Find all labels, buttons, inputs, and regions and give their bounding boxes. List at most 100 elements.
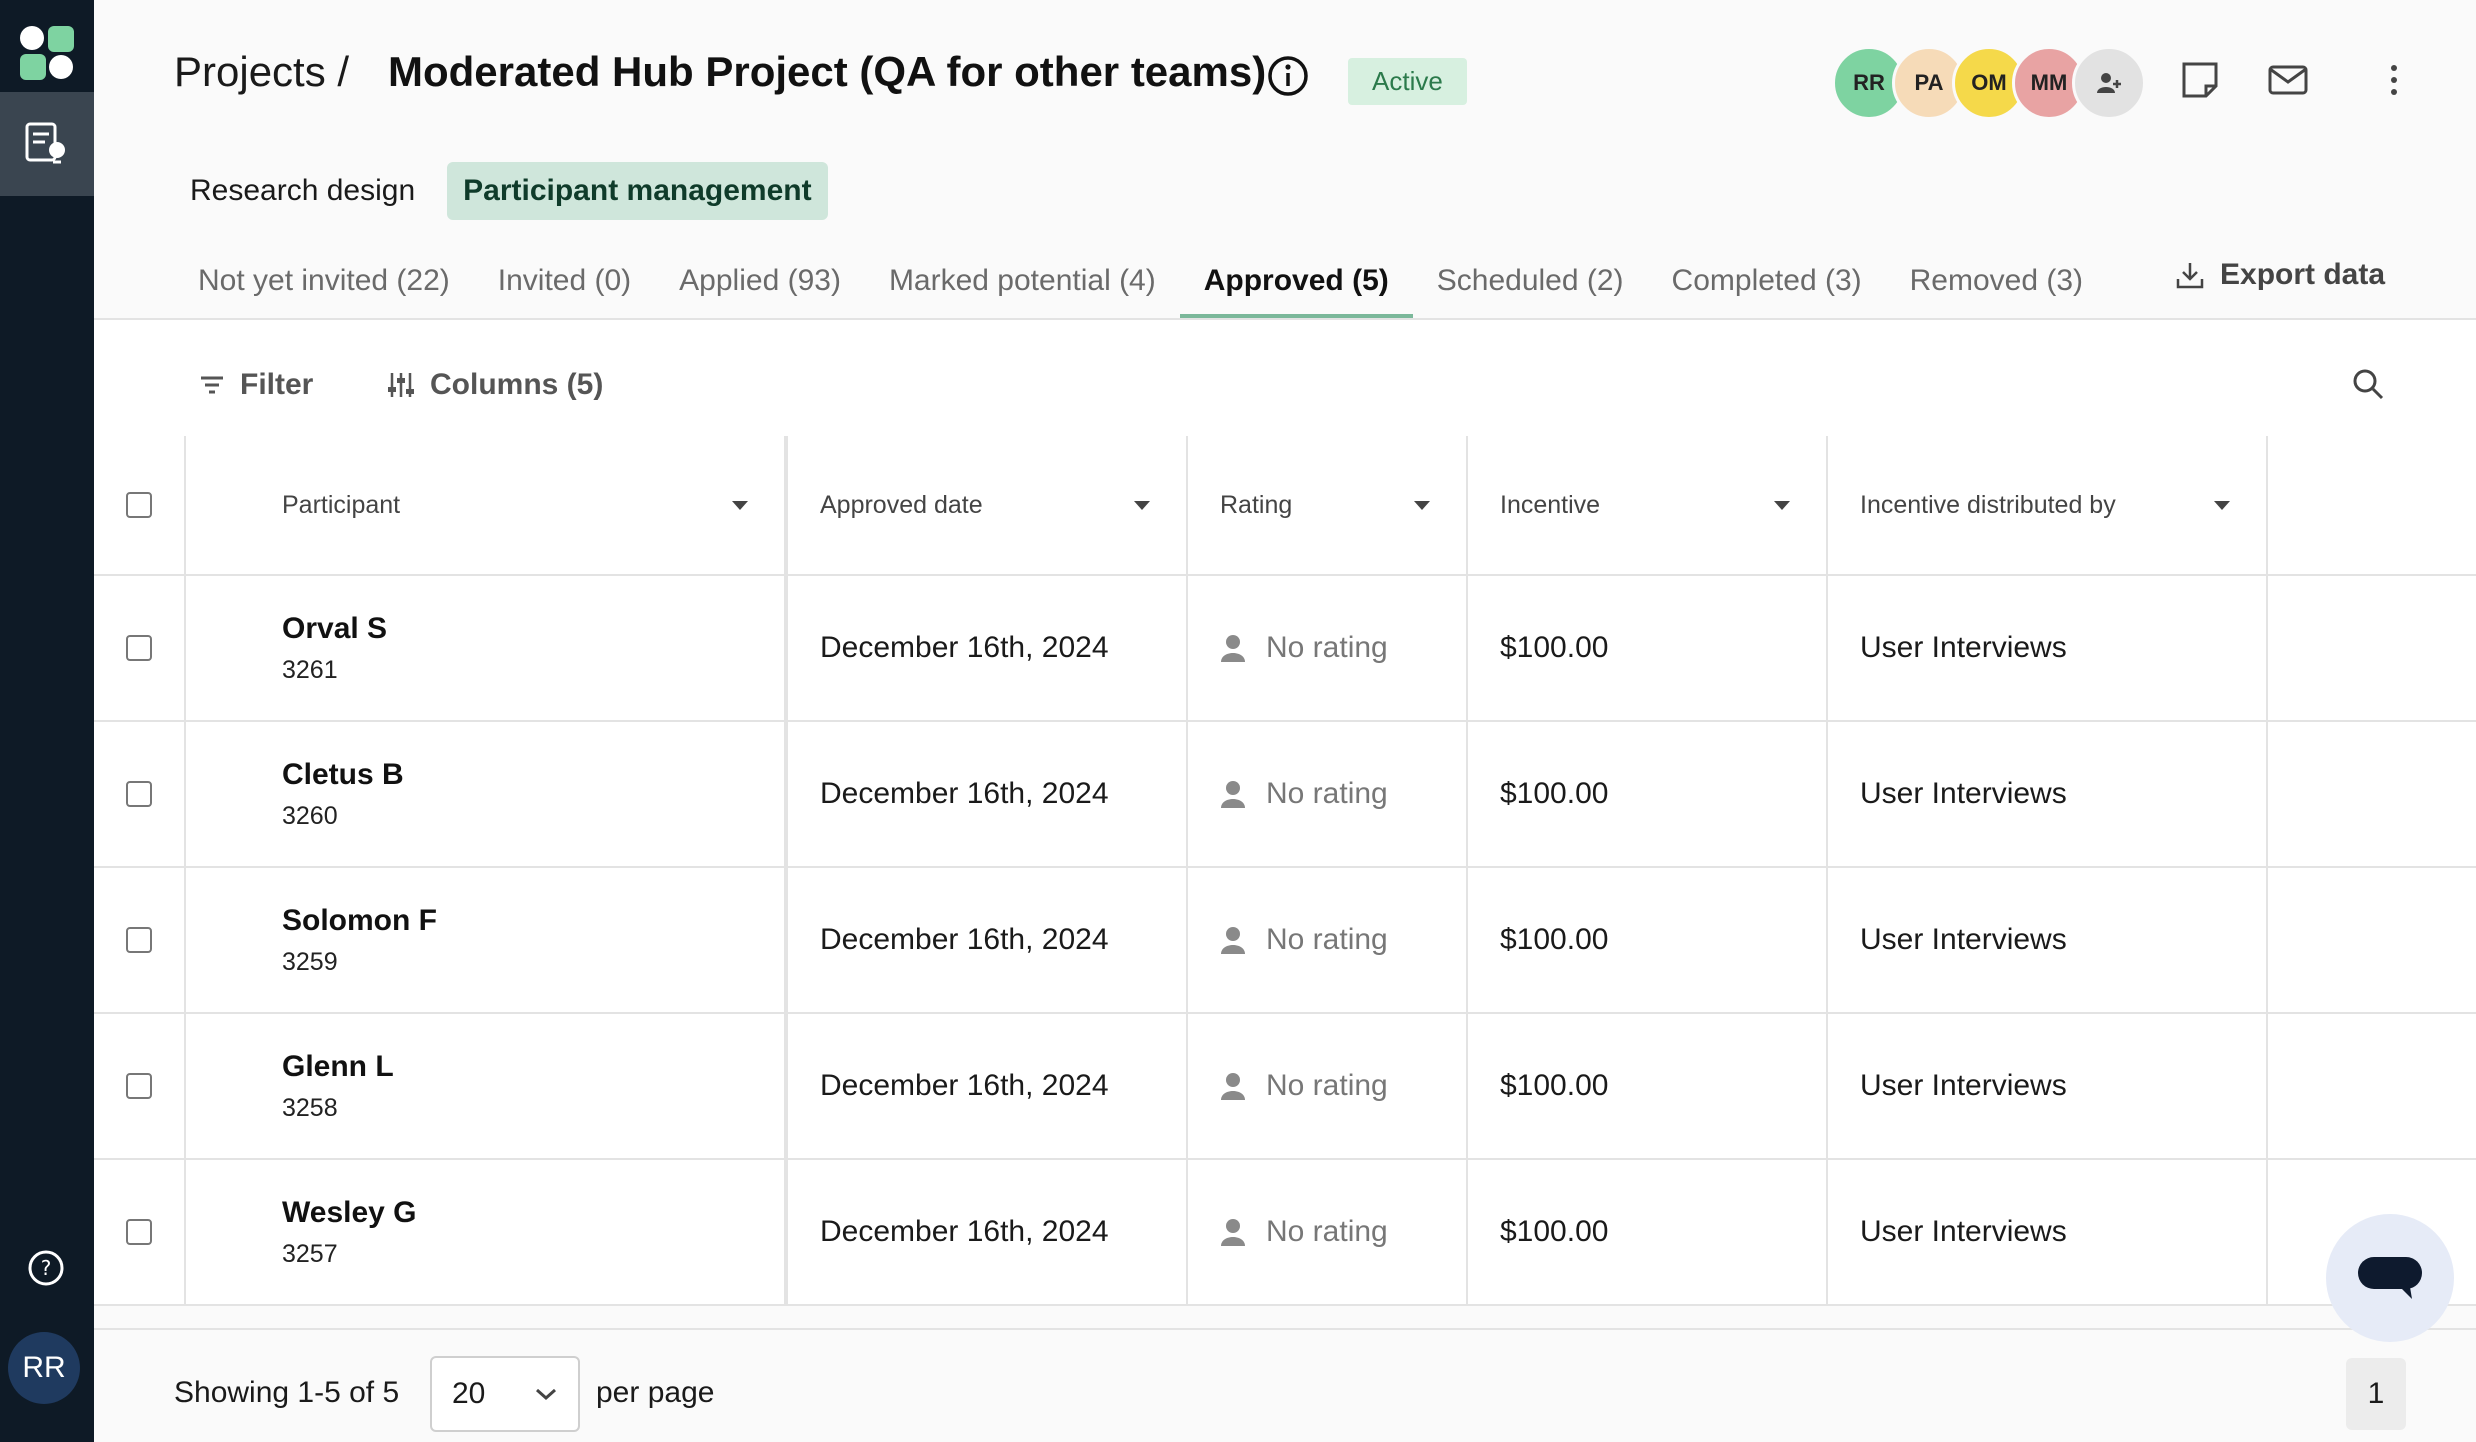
sort-caret-icon[interactable] bbox=[1134, 500, 1150, 510]
row-checkbox[interactable] bbox=[126, 1073, 152, 1099]
help-icon[interactable]: ? bbox=[26, 1248, 66, 1288]
participant-cell[interactable]: Glenn L 3258 bbox=[186, 1014, 788, 1158]
distributed-by-cell: User Interviews bbox=[1828, 576, 2268, 720]
incentive-cell: $100.00 bbox=[1468, 722, 1828, 866]
columns-button[interactable]: Columns (5) bbox=[386, 368, 603, 402]
participant-name[interactable]: Cletus B bbox=[282, 758, 404, 792]
distributed-by-cell: User Interviews bbox=[1828, 1014, 2268, 1158]
logo-icon[interactable] bbox=[18, 24, 76, 82]
add-collaborator-icon[interactable] bbox=[2072, 46, 2146, 120]
column-header-rating[interactable]: Rating bbox=[1188, 436, 1468, 574]
table-toolbar: Filter Columns (5) bbox=[94, 320, 2476, 436]
notes-icon[interactable] bbox=[2178, 58, 2222, 102]
subnav: Research design Participant management bbox=[174, 162, 828, 220]
person-icon bbox=[1221, 927, 1245, 954]
row-checkbox[interactable] bbox=[126, 635, 152, 661]
info-icon[interactable] bbox=[1266, 54, 1310, 98]
sidebar: ? RR bbox=[0, 0, 94, 1442]
participant-name[interactable]: Wesley G bbox=[282, 1196, 417, 1230]
rating-value: No rating bbox=[1266, 1069, 1388, 1102]
pagination-footer: Showing 1-5 of 5 20 per page 1 bbox=[94, 1328, 2476, 1442]
column-header-incentive[interactable]: Incentive bbox=[1468, 436, 1828, 574]
chevron-down-icon bbox=[536, 1388, 556, 1401]
participant-cell[interactable]: Solomon F 3259 bbox=[186, 868, 788, 1012]
approved-date-cell: December 16th, 2024 bbox=[788, 576, 1188, 720]
search-icon[interactable] bbox=[2350, 366, 2386, 402]
row-select-cell bbox=[94, 1014, 186, 1158]
rating-cell: No rating bbox=[1188, 722, 1468, 866]
filter-icon bbox=[201, 376, 223, 394]
participant-name[interactable]: Orval S bbox=[282, 612, 387, 646]
column-header-label: Incentive bbox=[1500, 490, 1601, 519]
sort-caret-icon[interactable] bbox=[1414, 500, 1430, 510]
tab-not-yet-invited[interactable]: Not yet invited (22) bbox=[174, 250, 474, 318]
sort-caret-icon[interactable] bbox=[732, 500, 748, 510]
sort-caret-icon[interactable] bbox=[1774, 500, 1790, 510]
rating-value: No rating bbox=[1266, 923, 1388, 956]
tab-invited[interactable]: Invited (0) bbox=[474, 250, 655, 318]
rating-cell: No rating bbox=[1188, 868, 1468, 1012]
participant-cell[interactable]: Cletus B 3260 bbox=[186, 722, 788, 866]
participant-management-icon[interactable] bbox=[0, 92, 94, 196]
showing-count: Showing 1-5 of 5 bbox=[174, 1376, 400, 1409]
table-row[interactable]: Orval S 3261 December 16th, 2024 No rati… bbox=[94, 576, 2476, 722]
sort-caret-icon[interactable] bbox=[2214, 500, 2230, 510]
row-checkbox[interactable] bbox=[126, 781, 152, 807]
row-empty-cell bbox=[2268, 868, 2476, 1012]
tab-marked-potential[interactable]: Marked potential (4) bbox=[865, 250, 1180, 318]
page-header: Projects / Moderated Hub Project (QA for… bbox=[94, 0, 2476, 320]
column-header-approved-date[interactable]: Approved date bbox=[788, 436, 1188, 574]
approved-date-cell: December 16th, 2024 bbox=[788, 868, 1188, 1012]
rating-cell: No rating bbox=[1188, 1160, 1468, 1304]
column-header-label: Rating bbox=[1220, 490, 1293, 519]
tab-applied[interactable]: Applied (93) bbox=[655, 250, 865, 318]
page-button-current[interactable]: 1 bbox=[2346, 1358, 2406, 1430]
breadcrumb-projects[interactable]: Projects / bbox=[174, 48, 349, 96]
row-checkbox[interactable] bbox=[126, 1219, 152, 1245]
distributed-by-cell: User Interviews bbox=[1828, 1160, 2268, 1304]
per-page-select[interactable]: 20 bbox=[430, 1356, 580, 1432]
status-tabs: Not yet invited (22) Invited (0) Applied… bbox=[174, 250, 2107, 318]
participant-id: 3257 bbox=[282, 1239, 338, 1268]
participant-name[interactable]: Solomon F bbox=[282, 904, 437, 938]
person-icon bbox=[1221, 1073, 1245, 1100]
table-row[interactable]: Solomon F 3259 December 16th, 2024 No ra… bbox=[94, 868, 2476, 1014]
rating-value: No rating bbox=[1266, 777, 1388, 810]
table-row[interactable]: Wesley G 3257 December 16th, 2024 No rat… bbox=[94, 1160, 2476, 1306]
filter-label: Filter bbox=[240, 368, 314, 401]
column-header-empty bbox=[2268, 436, 2476, 574]
export-data-button[interactable]: Export data bbox=[2174, 258, 2385, 292]
table-row[interactable]: Glenn L 3258 December 16th, 2024 No rati… bbox=[94, 1014, 2476, 1160]
tab-completed[interactable]: Completed (3) bbox=[1648, 250, 1886, 318]
rating-value: No rating bbox=[1266, 631, 1388, 664]
table-header-row: Participant Approved date Rating Incenti… bbox=[94, 436, 2476, 576]
collaborator-avatars[interactable]: RR PA OM MM bbox=[1832, 46, 2146, 120]
columns-label: Columns (5) bbox=[430, 368, 604, 401]
column-header-label: Incentive distributed by bbox=[1860, 490, 2116, 519]
select-all-checkbox[interactable] bbox=[126, 492, 152, 518]
export-data-label: Export data bbox=[2220, 258, 2386, 291]
participant-name[interactable]: Glenn L bbox=[282, 1050, 394, 1084]
participant-cell[interactable]: Orval S 3261 bbox=[186, 576, 788, 720]
per-page-value: 20 bbox=[452, 1377, 486, 1410]
incentive-cell: $100.00 bbox=[1468, 1014, 1828, 1158]
distributed-by-cell: User Interviews bbox=[1828, 868, 2268, 1012]
participant-cell[interactable]: Wesley G 3257 bbox=[186, 1160, 788, 1304]
mail-icon[interactable] bbox=[2266, 58, 2310, 102]
column-header-participant[interactable]: Participant bbox=[186, 436, 788, 574]
filter-button[interactable]: Filter bbox=[198, 368, 313, 402]
subnav-research-design[interactable]: Research design bbox=[174, 162, 431, 220]
table-row[interactable]: Cletus B 3260 December 16th, 2024 No rat… bbox=[94, 722, 2476, 868]
row-empty-cell bbox=[2268, 722, 2476, 866]
person-icon bbox=[1221, 635, 1245, 662]
column-header-incentive-distributed-by[interactable]: Incentive distributed by bbox=[1828, 436, 2268, 574]
tab-approved[interactable]: Approved (5) bbox=[1179, 250, 1413, 318]
tab-removed[interactable]: Removed (3) bbox=[1886, 250, 2107, 318]
user-avatar[interactable]: RR bbox=[8, 1332, 80, 1404]
row-checkbox[interactable] bbox=[126, 927, 152, 953]
column-header-label: Approved date bbox=[820, 490, 983, 519]
tab-scheduled[interactable]: Scheduled (2) bbox=[1413, 250, 1648, 318]
more-icon[interactable] bbox=[2372, 58, 2416, 102]
chat-icon[interactable] bbox=[2326, 1214, 2454, 1342]
subnav-participant-management[interactable]: Participant management bbox=[447, 162, 828, 220]
